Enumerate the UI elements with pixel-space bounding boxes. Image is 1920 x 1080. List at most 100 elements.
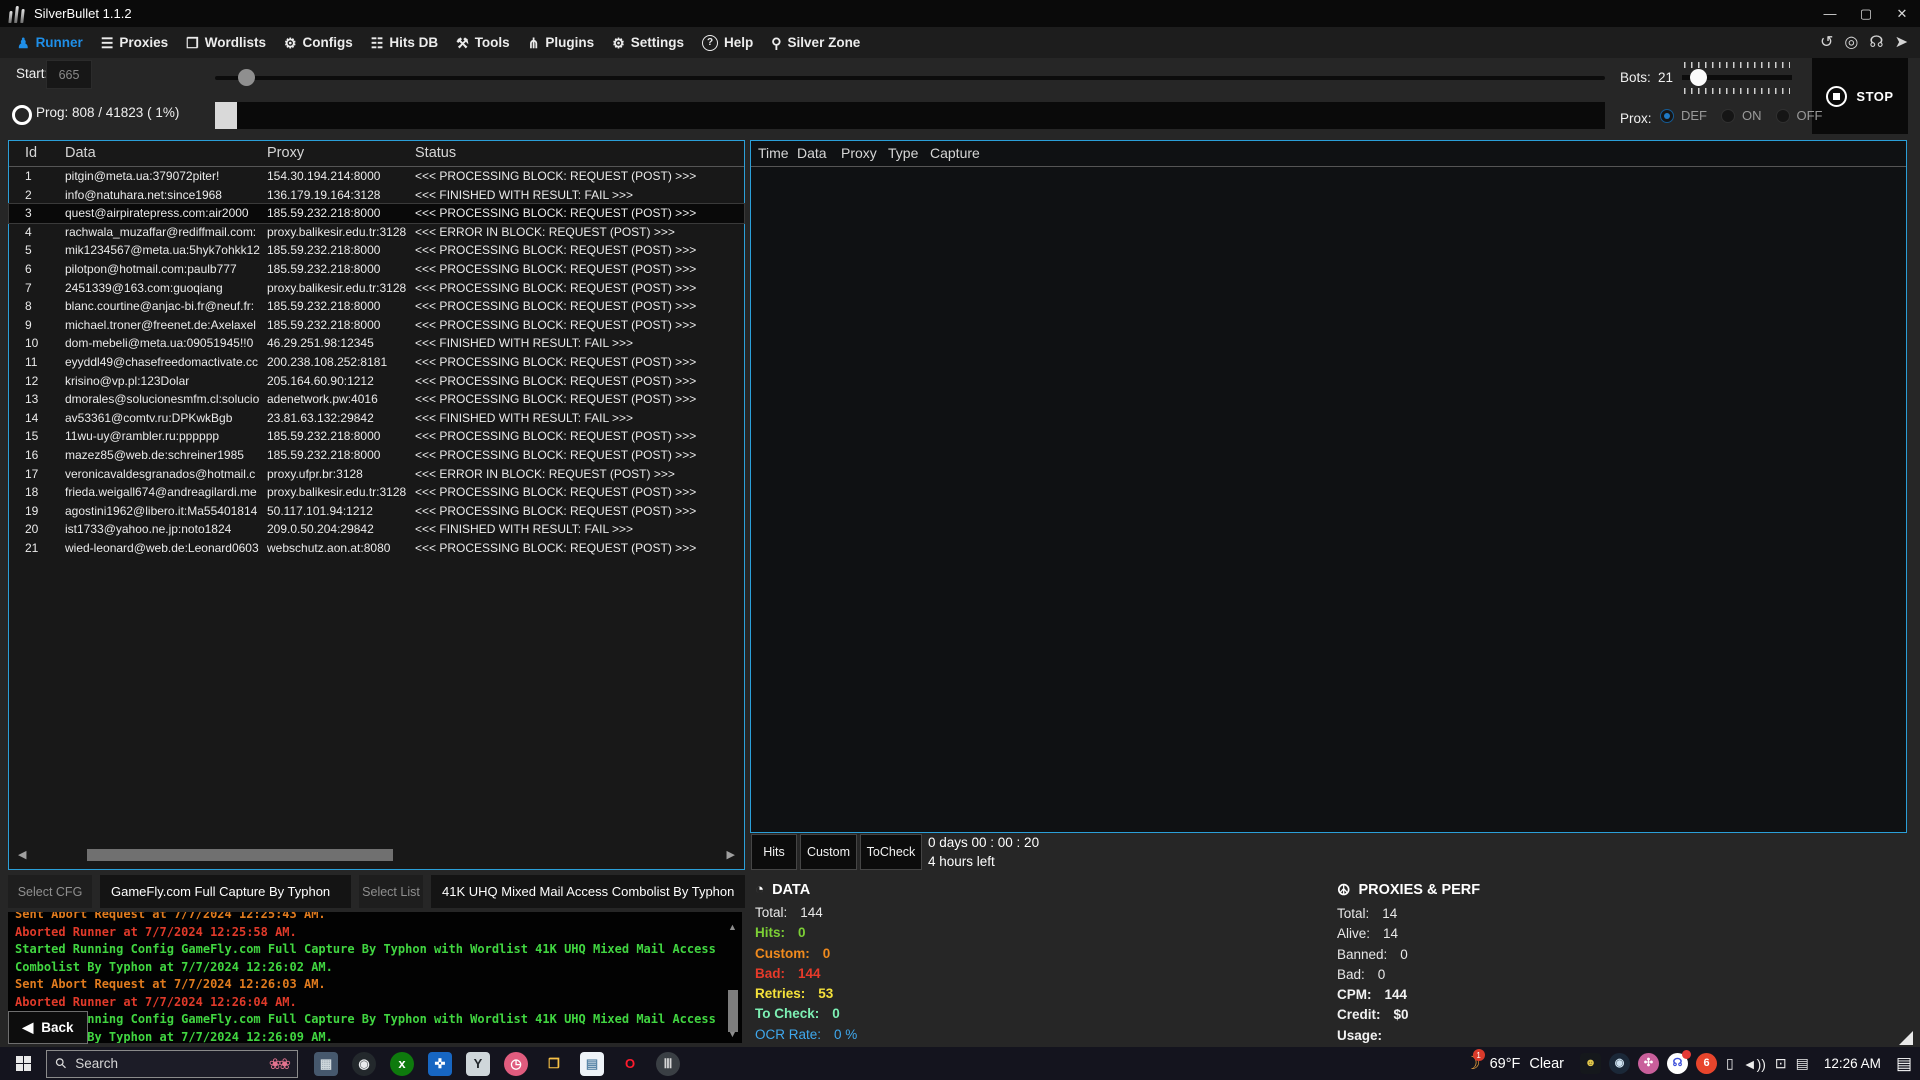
select-list-button[interactable]: Select List: [359, 875, 423, 908]
table-row[interactable]: 21wied-leonard@web.de:Leonard0603webschu…: [9, 539, 744, 558]
start-slider[interactable]: [215, 69, 1605, 87]
usb-icon[interactable]: ▯: [1726, 1055, 1734, 1072]
equalizer-icon[interactable]: Ⅲ: [656, 1052, 680, 1076]
horizontal-scrollbar[interactable]: ◀ ▶: [12, 845, 741, 865]
game-controller-icon[interactable]: ✣: [1638, 1053, 1659, 1074]
menu-item-plugins[interactable]: ⋔Plugins: [519, 27, 604, 58]
prox-option-def[interactable]: DEF: [1660, 108, 1707, 123]
start-slider-track[interactable]: [215, 76, 1605, 80]
table-row[interactable]: 13dmorales@solucionesmfm.cl:solucioadene…: [9, 390, 744, 409]
menu-item-configs[interactable]: ⚙Configs: [275, 27, 362, 58]
stat-label: Alive:: [1337, 926, 1370, 946]
table-row[interactable]: 17veronicavaldesgranados@hotmail.cproxy.…: [9, 465, 744, 484]
table-row[interactable]: 4rachwala_muzaffar@rediffmail.com:proxy.…: [9, 223, 744, 242]
table-row[interactable]: 6pilotpon@hotmail.com:paulb777185.59.232…: [9, 260, 744, 279]
log-line: Aborted Runner at 7/7/2024 12:25:58 AM.: [15, 924, 721, 942]
row-status: <<< PROCESSING BLOCK: REQUEST (POST) >>>: [415, 446, 744, 465]
resize-grip[interactable]: [1899, 1031, 1913, 1045]
performance-monitor-icon[interactable]: ▦: [314, 1052, 338, 1076]
table-row[interactable]: 9michael.troner@freenet.de:Axelaxel185.5…: [9, 316, 744, 335]
taskbar: ⚲ Search ❀❀ ▦ ◉ x ✜ Y ◷ ❒ ▤ OⅢ ☽1 69°F Clear ☻ ◉ ✣…: [0, 1047, 1920, 1080]
start-slider-thumb[interactable]: [238, 69, 255, 86]
prox-option-on[interactable]: ON: [1721, 108, 1762, 123]
table-row[interactable]: 20ist1733@yahoo.ne.jp:noto1824209.0.50.2…: [9, 520, 744, 539]
table-row[interactable]: 1511wu-uy@rambler.ru:pppppp185.59.232.21…: [9, 427, 744, 446]
tab-hits[interactable]: Hits: [751, 834, 797, 870]
notepad-icon[interactable]: ▤: [580, 1052, 604, 1076]
table-row[interactable]: 12krisino@vp.pl:123Dolar205.164.60.90:12…: [9, 372, 744, 391]
scroll-left-icon[interactable]: ◀: [18, 848, 26, 861]
table-row[interactable]: 3quest@airpiratepress.com:air2000185.59.…: [9, 204, 744, 223]
minimize-button[interactable]: —: [1812, 0, 1848, 27]
maximize-button[interactable]: ▢: [1848, 0, 1884, 27]
tab-custom[interactable]: Custom: [800, 834, 857, 870]
table-row[interactable]: 10dom-mebeli@meta.ua:09051945!!046.29.25…: [9, 334, 744, 353]
obs-icon[interactable]: ◉: [352, 1052, 376, 1076]
discord-icon[interactable]: ☊: [1869, 35, 1883, 51]
table-row[interactable]: 5mik1234567@meta.ua:5hyk7ohkk12185.59.23…: [9, 241, 744, 260]
menu-item-runner[interactable]: ♟Runner: [8, 27, 92, 58]
scroll-down-icon[interactable]: ▼: [728, 1029, 737, 1039]
scroll-right-icon[interactable]: ▶: [727, 848, 735, 861]
list-value: 41K UHQ Mixed Mail Access Combolist By T…: [431, 875, 745, 908]
table-row[interactable]: 1pitgin@meta.ua:379072piter!154.30.194.2…: [9, 167, 744, 186]
menu-item-silver-zone[interactable]: ⚲Silver Zone: [762, 27, 869, 58]
xbox-gamebar-icon[interactable]: ✜: [428, 1052, 452, 1076]
table-row[interactable]: 2info@natuhara.net:since1968136.179.19.1…: [9, 186, 744, 205]
rose-image: ❀❀: [269, 1055, 288, 1073]
vertical-scroll-thumb[interactable]: [728, 990, 738, 1032]
history-icon[interactable]: ↺: [1820, 35, 1833, 51]
xbox-icon[interactable]: x: [390, 1052, 414, 1076]
cheat-engine-icon[interactable]: ☻: [1580, 1053, 1601, 1074]
steam-icon[interactable]: ◉: [1609, 1053, 1630, 1074]
notification-icon[interactable]: ▤: [1796, 1055, 1809, 1072]
start-input[interactable]: [46, 60, 92, 89]
file-explorer-icon[interactable]: ❒: [542, 1052, 566, 1076]
row-id: 21: [25, 539, 65, 558]
red-app-icon[interactable]: 6: [1696, 1053, 1717, 1074]
globe-icon: ☮: [1337, 881, 1350, 899]
vertical-scrollbar[interactable]: ▲ ▼: [727, 914, 739, 1041]
telegram-icon[interactable]: ➤: [1895, 35, 1908, 51]
table-row[interactable]: 14av53361@comtv.ru:DPKwkBgb23.81.63.132:…: [9, 409, 744, 428]
discord-icon[interactable]: ☊: [1667, 1053, 1688, 1074]
bots-slider-thumb[interactable]: [1690, 69, 1707, 86]
stop-button[interactable]: STOP: [1812, 58, 1908, 134]
start-menu-button[interactable]: [0, 1047, 46, 1080]
menu-item-help[interactable]: ?Help: [693, 27, 762, 58]
horizontal-scroll-thumb[interactable]: [87, 849, 393, 861]
table-row[interactable]: 16mazez85@web.de:schreiner1985185.59.232…: [9, 446, 744, 465]
notification-center-icon[interactable]: ▤: [1896, 1054, 1912, 1074]
back-button[interactable]: ◀ Back: [8, 1011, 88, 1044]
network-icon[interactable]: ⊡: [1775, 1055, 1787, 1072]
back-arrow-icon: ◀: [22, 1019, 33, 1036]
taskbar-search[interactable]: ⚲ Search ❀❀: [46, 1050, 298, 1078]
table-row[interactable]: 19agostini1962@libero.it:Ma5540181450.11…: [9, 502, 744, 521]
menu-item-settings[interactable]: ⚙Settings: [603, 27, 693, 58]
opera-icon[interactable]: O: [618, 1052, 642, 1076]
weather-widget[interactable]: ☽1 69°F Clear: [1464, 1053, 1564, 1074]
menu-item-wordlists[interactable]: ❐Wordlists: [177, 27, 275, 58]
menu-item-hits-db[interactable]: ☷Hits DB: [362, 27, 447, 58]
table-row[interactable]: 18frieda.weigall674@andreagilardi.meprox…: [9, 483, 744, 502]
prox-option-off[interactable]: OFF: [1776, 108, 1823, 123]
speaker-icon[interactable]: ◄)): [1743, 1056, 1766, 1072]
scroll-up-icon[interactable]: ▲: [728, 922, 737, 932]
tab-tocheck[interactable]: ToCheck: [860, 834, 922, 870]
col-type: Type: [888, 145, 930, 161]
menu-item-proxies[interactable]: ☰Proxies: [92, 27, 177, 58]
table-row[interactable]: 11eyyddl49@chasefreedomactivate.cc200.23…: [9, 353, 744, 372]
bots-slider[interactable]: [1682, 62, 1792, 94]
row-id: 1: [25, 167, 65, 186]
camera-icon[interactable]: ◎: [1844, 35, 1858, 51]
select-cfg-button[interactable]: Select CFG: [8, 875, 92, 908]
winged-clock-icon[interactable]: ◷: [504, 1052, 528, 1076]
row-data: rachwala_muzaffar@rediffmail.com:: [65, 223, 267, 242]
menu-item-tools[interactable]: ⚒Tools: [447, 27, 519, 58]
data-stats-title: ◔ DATA: [755, 881, 1085, 898]
table-row[interactable]: 72451339@163.com:guoqiangproxy.balikesir…: [9, 279, 744, 298]
table-row[interactable]: 8blanc.courtine@anjac-bi.fr@neuf.fr:185.…: [9, 297, 744, 316]
close-button[interactable]: ✕: [1884, 0, 1920, 27]
radio-icon: [1721, 109, 1735, 123]
shield-y-icon[interactable]: Y: [466, 1052, 490, 1076]
